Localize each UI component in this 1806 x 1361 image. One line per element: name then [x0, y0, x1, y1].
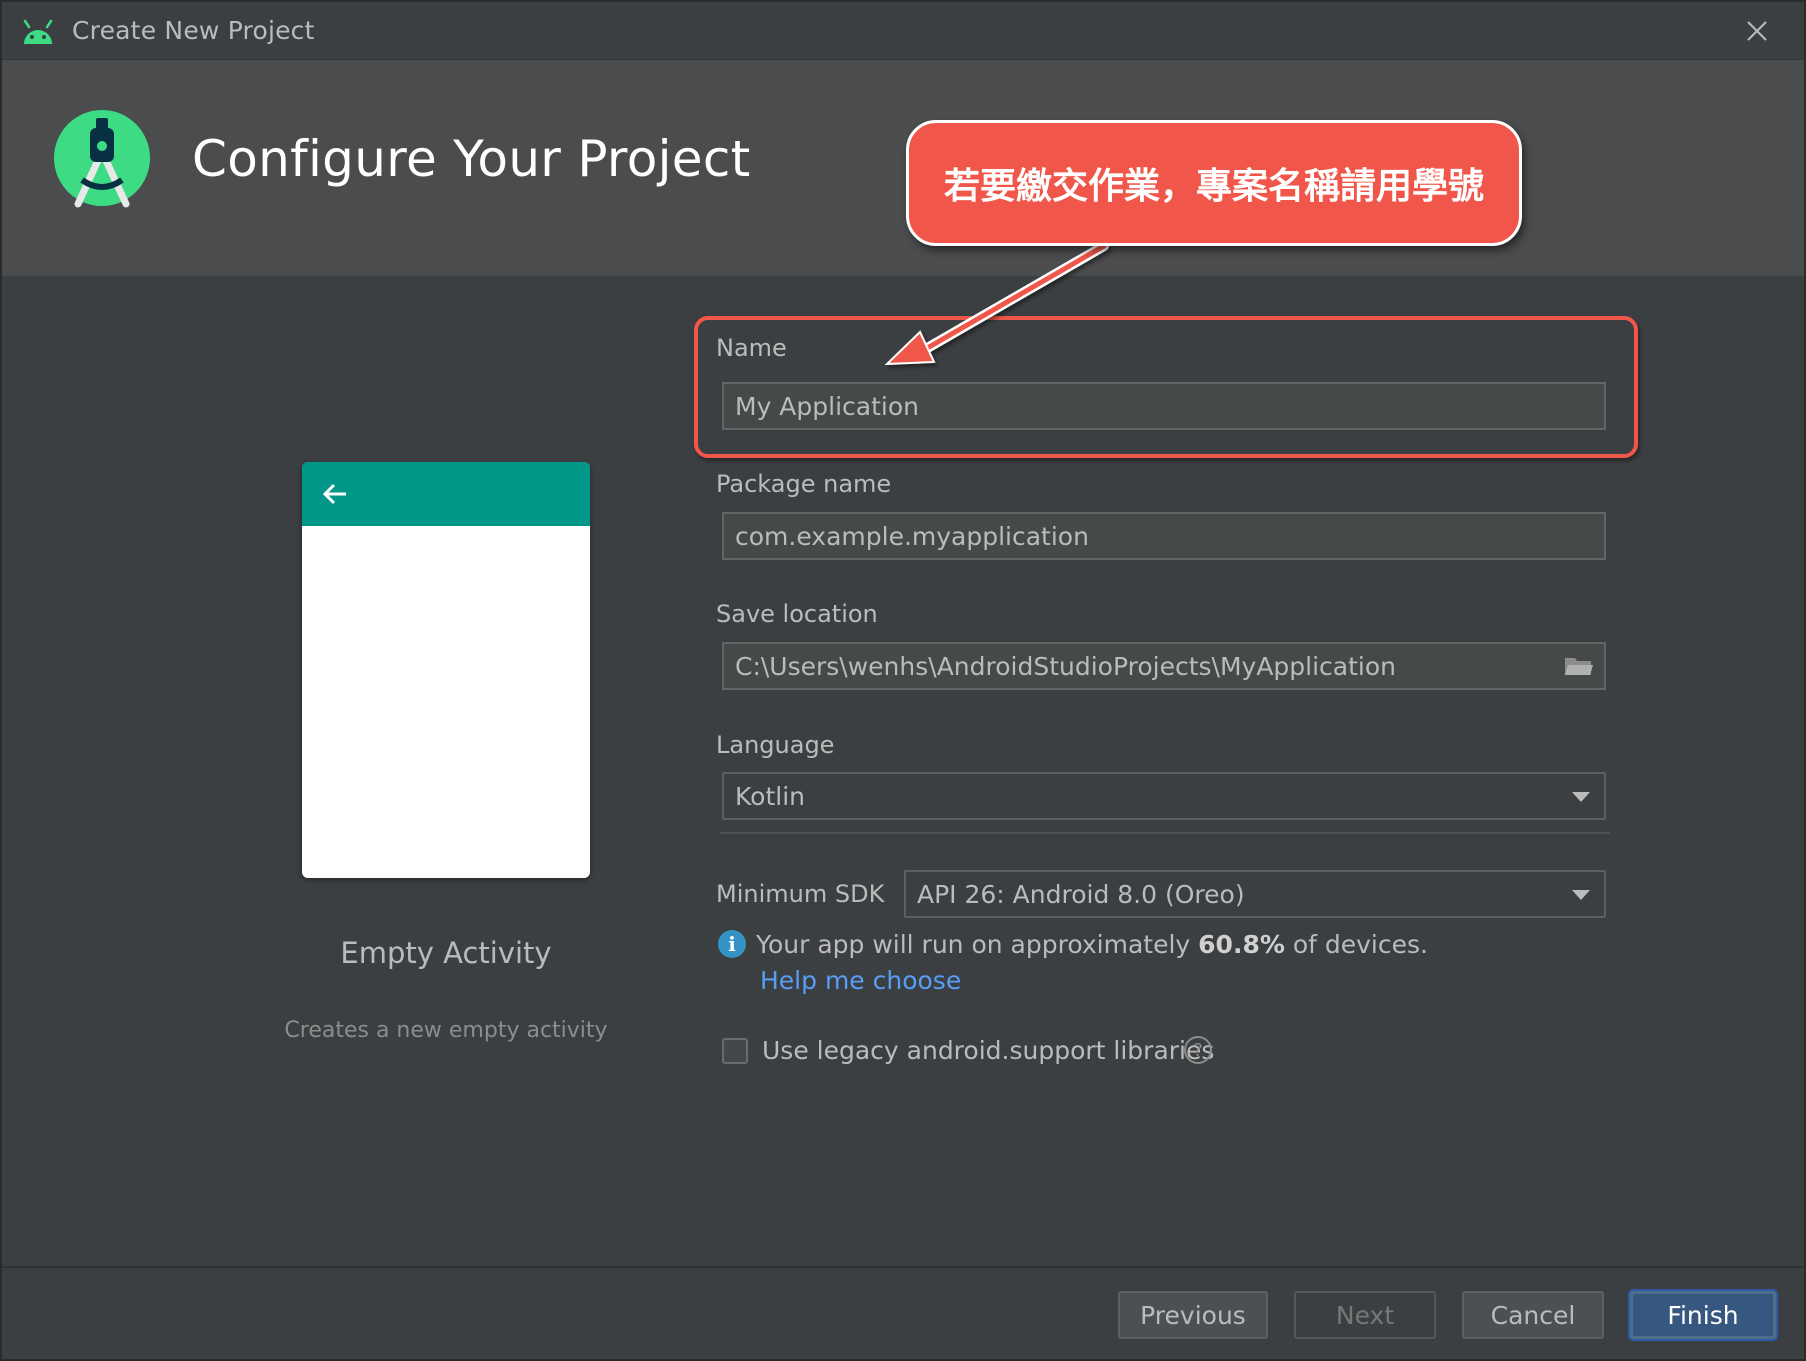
- create-project-dialog: Create New Project Configure Your Projec…: [0, 0, 1806, 1361]
- save-location-label: Save location: [716, 600, 878, 628]
- coverage-percent: 60.8%: [1198, 930, 1285, 959]
- activity-description: Creates a new empty activity: [284, 1018, 608, 1043]
- preview-app-bar: [302, 462, 590, 526]
- minimum-sdk-dropdown[interactable]: API 26: Android 8.0 (Oreo): [904, 870, 1606, 918]
- next-button[interactable]: Next: [1294, 1291, 1436, 1339]
- activity-preview: [302, 462, 590, 878]
- package-name-label: Package name: [716, 470, 892, 498]
- window-title: Create New Project: [72, 16, 315, 45]
- chevron-down-icon: [1572, 890, 1590, 900]
- language-dropdown[interactable]: Kotlin: [722, 772, 1606, 820]
- finish-button[interactable]: Finish: [1630, 1291, 1776, 1339]
- arrow-left-icon: [322, 483, 346, 505]
- package-name-value: com.example.myapplication: [735, 521, 1089, 551]
- android-studio-logo-icon: [54, 110, 150, 208]
- previous-button[interactable]: Previous: [1118, 1291, 1268, 1339]
- cancel-button[interactable]: Cancel: [1462, 1291, 1604, 1339]
- minimum-sdk-value: API 26: Android 8.0 (Oreo): [917, 879, 1245, 909]
- footer-divider: [2, 1266, 1804, 1268]
- help-me-choose-link[interactable]: Help me choose: [760, 966, 961, 995]
- separator: [720, 832, 1610, 834]
- activity-title: Empty Activity: [340, 936, 552, 970]
- minimum-sdk-label: Minimum SDK: [716, 880, 885, 908]
- language-label: Language: [716, 731, 835, 759]
- coverage-suffix: of devices.: [1284, 930, 1428, 959]
- name-label: Name: [716, 334, 787, 362]
- save-location-value: C:\Users\wenhs\AndroidStudioProjects\MyA…: [735, 651, 1397, 681]
- title-bar: Create New Project: [2, 2, 1804, 60]
- info-icon: i: [718, 930, 746, 958]
- save-location-field[interactable]: C:\Users\wenhs\AndroidStudioProjects\MyA…: [722, 642, 1606, 690]
- device-coverage-text: Your app will run on approximately 60.8%…: [756, 930, 1428, 959]
- language-value: Kotlin: [735, 781, 805, 811]
- android-icon: [23, 19, 53, 44]
- coverage-prefix: Your app will run on approximately: [756, 930, 1199, 959]
- callout-bubble: 若要繳交作業，專案名稱請用學號: [906, 120, 1522, 246]
- name-field[interactable]: My Application: [722, 382, 1606, 430]
- question-icon[interactable]: ?: [1184, 1036, 1212, 1064]
- header-band: Configure Your Project: [2, 60, 1804, 276]
- name-field-value: My Application: [735, 391, 919, 421]
- package-name-field[interactable]: com.example.myapplication: [722, 512, 1606, 560]
- page-heading: Configure Your Project: [192, 130, 751, 188]
- legacy-support-checkbox[interactable]: [722, 1038, 748, 1064]
- legacy-support-label[interactable]: Use legacy android.support libraries: [762, 1036, 1214, 1065]
- folder-icon[interactable]: [1564, 654, 1594, 678]
- close-icon: [1747, 21, 1767, 41]
- chevron-down-icon: [1572, 792, 1590, 802]
- close-button[interactable]: [1740, 14, 1774, 48]
